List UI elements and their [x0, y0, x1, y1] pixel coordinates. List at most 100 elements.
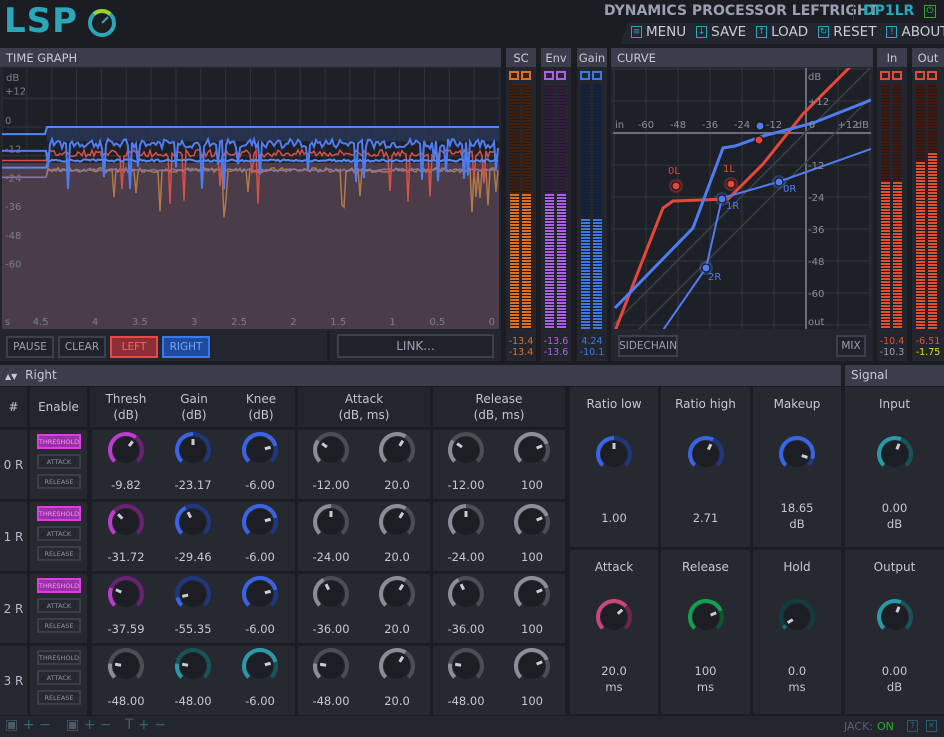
input-knob[interactable] [875, 434, 915, 474]
att-ms-knob[interactable] [377, 430, 417, 470]
enable-attack-button[interactable]: ATTACK [37, 454, 81, 469]
pause-button[interactable]: PAUSE [6, 336, 54, 358]
thresh-knob[interactable] [106, 646, 146, 686]
enable-threshold-button[interactable]: THRESHOLD [37, 434, 81, 449]
sc-channel-toggle[interactable] [509, 71, 519, 80]
env-channel-toggle[interactable] [544, 71, 554, 80]
ratio-low-knob[interactable] [594, 434, 634, 474]
knee-knob[interactable] [240, 430, 280, 470]
right-button[interactable]: RIGHT [162, 336, 210, 358]
menu-label: ABOUT [901, 24, 944, 40]
att-db-knob[interactable] [311, 574, 351, 614]
hold-knob[interactable] [777, 597, 817, 637]
gain-knob[interactable] [173, 502, 213, 542]
ratio-high-knob[interactable] [686, 434, 726, 474]
enable-attack-button[interactable]: ATTACK [37, 670, 81, 685]
out-meter: Out -6.51 -1.75 [912, 48, 944, 361]
gain-knob[interactable] [173, 646, 213, 686]
curve-point-handle[interactable] [671, 181, 681, 191]
sc-peak-value-2: -13.4 [508, 347, 534, 358]
in-channel-toggle[interactable] [892, 71, 902, 80]
left-button[interactable]: LEFT [110, 336, 158, 358]
rel-ms-knob[interactable] [512, 430, 552, 470]
attack-knob[interactable] [594, 597, 634, 637]
gain-channel-toggle[interactable] [580, 71, 590, 80]
makeup-control: Makeup 18.65 dB [753, 387, 841, 547]
link-button[interactable]: LINK... [337, 334, 494, 358]
menu-menu-button[interactable]: ≡ MENU [631, 24, 686, 40]
control-value: 1.00 [601, 511, 627, 525]
enable-attack-button[interactable]: ATTACK [37, 526, 81, 541]
thresh-knob[interactable] [106, 502, 146, 542]
enable-release-button[interactable]: RELEASE [37, 690, 81, 705]
rel-db-knob[interactable] [446, 430, 486, 470]
curve-point-handle[interactable] [774, 177, 784, 187]
enable-release-button[interactable]: RELEASE [37, 474, 81, 489]
env-channel-toggle[interactable] [556, 71, 566, 80]
thresh-knob[interactable] [106, 430, 146, 470]
att-db-knob[interactable] [311, 430, 351, 470]
sc-channel-toggle[interactable] [521, 71, 531, 80]
window-size-icon[interactable]: ▣ + − [5, 717, 51, 733]
rel-ms-control: 100 [499, 574, 565, 643]
env-meter-fill [545, 194, 554, 329]
control-unit: dB [886, 517, 903, 531]
rel-db-knob[interactable] [446, 574, 486, 614]
channel-selector[interactable]: ▲▼ Right [0, 365, 841, 386]
att-ms-knob[interactable] [377, 502, 417, 542]
thresh-knob[interactable] [106, 574, 146, 614]
release-knob[interactable] [686, 597, 726, 637]
gain-channel-toggle[interactable] [592, 71, 602, 80]
menu-icon: ≡ [631, 26, 642, 38]
att-ms-knob[interactable] [377, 574, 417, 614]
in-channel-toggle[interactable] [880, 71, 890, 80]
window-size-2-icon[interactable]: ▣ + − [66, 717, 112, 733]
out-channel-toggle[interactable] [915, 71, 925, 80]
rel-db-knob[interactable] [446, 646, 486, 686]
logo-gear-icon [88, 9, 116, 37]
enable-release-button[interactable]: RELEASE [37, 618, 81, 633]
enable-threshold-button[interactable]: THRESHOLD [37, 578, 81, 593]
control-label: Release [682, 560, 729, 574]
out-channel-toggle[interactable] [927, 71, 937, 80]
curve-point-handle[interactable] [726, 179, 736, 189]
att-db-knob[interactable] [311, 646, 351, 686]
sidechain-button[interactable]: SIDECHAIN [618, 335, 678, 357]
resize-icon[interactable]: ✕ [926, 720, 937, 732]
att-db-knob[interactable] [311, 502, 351, 542]
menu-reset-button[interactable]: ↻ RESET [818, 24, 876, 40]
help-icon[interactable]: ? [907, 720, 918, 732]
axis-label: 0.5 [429, 317, 445, 328]
rel-db-knob[interactable] [446, 502, 486, 542]
menu-save-button[interactable]: ↓ SAVE [696, 24, 746, 40]
menu-load-button[interactable]: ↑ LOAD [756, 24, 808, 40]
power-icon[interactable]: ⏻ [924, 5, 936, 18]
clear-button[interactable]: CLEAR [58, 336, 106, 358]
enable-release-button[interactable]: RELEASE [37, 546, 81, 561]
in-peak-value-1: -10.4 [879, 336, 905, 347]
curve-point-handle[interactable] [717, 194, 727, 204]
curve-point-handle[interactable] [701, 263, 711, 273]
knee-knob[interactable] [240, 502, 280, 542]
menu-about-button[interactable]: ! ABOUT [886, 24, 944, 40]
makeup-knob[interactable] [777, 434, 817, 474]
header-gain: Gain (dB) [160, 387, 228, 427]
gain-knob[interactable] [173, 430, 213, 470]
rel-ms-knob[interactable] [512, 502, 552, 542]
att-ms-knob[interactable] [377, 646, 417, 686]
enable-threshold-button[interactable]: THRESHOLD [37, 506, 81, 521]
axis-label: 4 [92, 317, 98, 328]
gain-knob[interactable] [173, 574, 213, 614]
knee-knob[interactable] [240, 574, 280, 614]
out-meter-label: Out [912, 48, 944, 67]
rel-ms-knob[interactable] [512, 646, 552, 686]
font-size-icon[interactable]: T + − [125, 717, 166, 733]
gain-meter-fill [581, 218, 590, 329]
att-ms-control: 20.0 [364, 430, 430, 499]
output-knob[interactable] [875, 597, 915, 637]
mix-button[interactable]: MIX [836, 335, 866, 357]
knee-knob[interactable] [240, 646, 280, 686]
rel-ms-knob[interactable] [512, 574, 552, 614]
enable-threshold-button[interactable]: THRESHOLD [37, 650, 81, 665]
enable-attack-button[interactable]: ATTACK [37, 598, 81, 613]
